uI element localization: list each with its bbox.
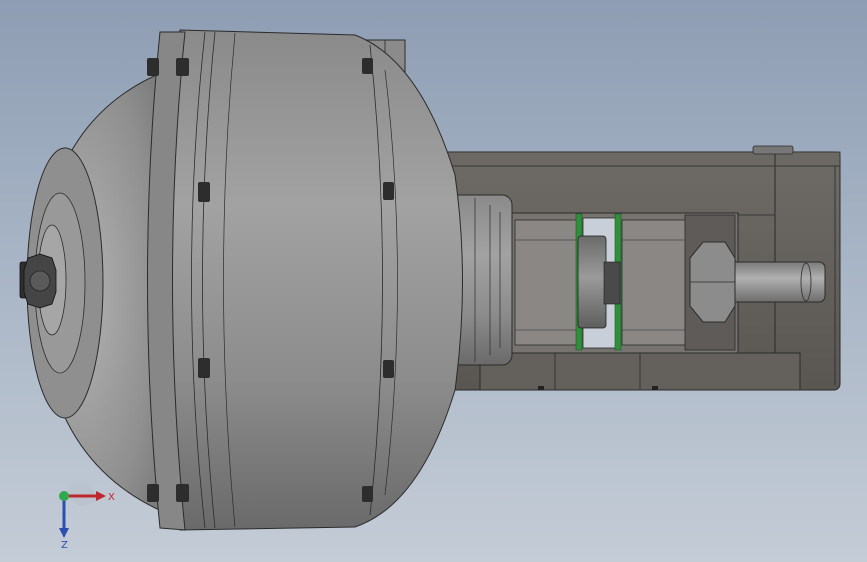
x-axis-label: X: [108, 492, 115, 503]
orientation-triad[interactable]: X Z: [40, 478, 120, 548]
y-axis-dot: [59, 491, 69, 501]
x-arrow-icon: [96, 491, 106, 501]
bolt-icon: [198, 182, 210, 202]
z-axis-label: Z: [61, 540, 68, 548]
pump-drum[interactable]: [164, 29, 463, 531]
z-arrow-icon: [59, 528, 69, 538]
bolt-icon: [362, 486, 373, 502]
pump-assembly-model[interactable]: [0, 0, 867, 562]
dome-center-nut[interactable]: [19, 253, 57, 309]
triad-plane: [64, 482, 97, 506]
bolt-icon: [198, 358, 210, 378]
bolt-icon: [362, 58, 373, 74]
bolt-icon: [383, 182, 394, 200]
bolt-icon: [383, 360, 394, 378]
cad-viewport[interactable]: X Z: [0, 0, 867, 562]
